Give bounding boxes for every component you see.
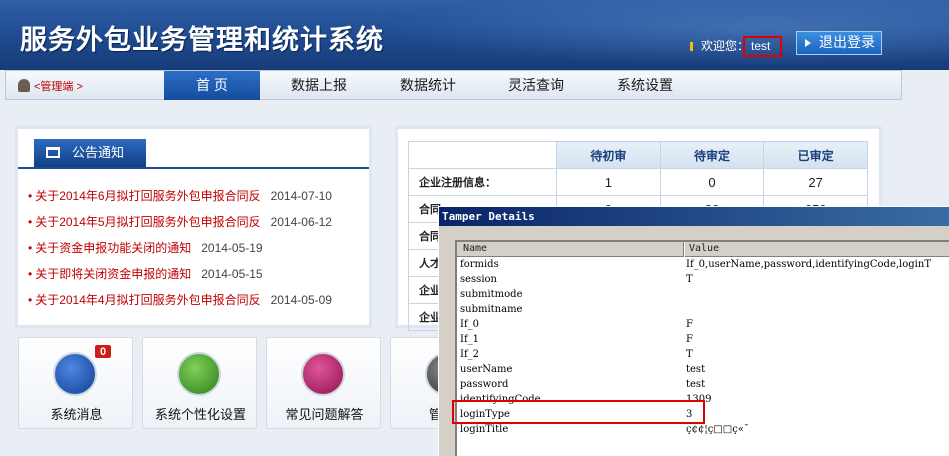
stats-corner [408, 141, 557, 169]
tamper-title[interactable]: Tamper Details [439, 207, 949, 226]
logout-label: 退出登录 [819, 34, 875, 50]
tamper-row[interactable]: submitmode [457, 288, 949, 303]
tamper-row[interactable]: loginTitle ç¢¢¦ç□□ç«¯ [457, 423, 949, 438]
user-icon [18, 79, 30, 92]
play-arrow-icon [805, 39, 811, 47]
app-title: 服务外包业务管理和统计系统 [20, 25, 384, 56]
notice-item[interactable]: • 关于2014年6月拟打回服务外包申报合同反 2014-07-10 [28, 187, 332, 204]
notice-panel: 公告通知 • 关于2014年6月拟打回服务外包申报合同反 2014-07-10 • 关… [15, 126, 372, 328]
notice-item[interactable]: • 关于资金申报功能关闭的通知 2014-05-19 [28, 239, 263, 256]
notice-divider [18, 167, 369, 169]
tile-system-messages[interactable]: 0 系统消息 [18, 337, 133, 429]
admin-label: <管理端 > [34, 81, 83, 93]
monitor-icon [46, 147, 60, 158]
welcome-dot-icon [690, 42, 693, 51]
col-approved: 已审定 [763, 141, 868, 169]
column-separator[interactable] [683, 242, 685, 257]
notice-tab[interactable]: 公告通知 [34, 139, 146, 167]
notice-item[interactable]: • 关于2014年5月拟打回服务外包申报合同反 2014-06-12 [28, 213, 332, 230]
col-name-header[interactable]: Name [463, 243, 487, 254]
notice-item[interactable]: • 关于即将关闭资金申报的通知 2014-05-15 [28, 265, 263, 282]
chat-bubble-icon [301, 352, 345, 396]
welcome-text: 欢迎您： test [690, 36, 783, 57]
tamper-row[interactable]: If_1 F [457, 333, 949, 348]
tamper-row[interactable]: userName test [457, 363, 949, 378]
app-window: 服务外包业务管理和统计系统 欢迎您： test 退出登录 <管理端 > 首 页 数… [0, 0, 949, 456]
nav-flex-query[interactable]: 灵活查询 [495, 71, 577, 100]
tamper-grid-header: Name Value [457, 242, 949, 257]
message-count-badge: 0 [94, 344, 112, 359]
envelope-icon [53, 352, 97, 396]
stats-header-row: 待初审 待审定 已审定 [408, 141, 868, 169]
main-nav: <管理端 > 首 页 数据上报 数据统计 灵活查询 系统设置 [5, 70, 902, 100]
nav-data-stats[interactable]: 数据统计 [387, 71, 469, 100]
col-pending-initial: 待初审 [556, 141, 661, 169]
tile-faq[interactable]: 常见问题解答 [266, 337, 381, 429]
tamper-row[interactable]: session T [457, 273, 949, 288]
header-banner: 服务外包业务管理和统计系统 欢迎您： test 退出登录 [0, 0, 949, 70]
person-icon [177, 352, 221, 396]
tamper-row[interactable]: password test [457, 378, 949, 393]
admin-indicator: <管理端 > [18, 78, 83, 94]
tamper-row[interactable]: formids If_0,userName,password,identifyin… [457, 258, 949, 273]
tamper-row[interactable]: If_2 T [457, 348, 949, 363]
notice-item[interactable]: • 关于2014年4月拟打回服务外包申报合同反 2014-05-09 [28, 291, 332, 308]
col-value-header[interactable]: Value [689, 243, 719, 254]
table-row: 企业注册信息： 1 0 27 [408, 168, 868, 196]
nav-home[interactable]: 首 页 [164, 71, 260, 100]
nav-data-report[interactable]: 数据上报 [278, 71, 360, 100]
username: test [751, 39, 771, 53]
nav-system-settings[interactable]: 系统设置 [604, 71, 686, 100]
logintype-highlight [452, 400, 705, 424]
logout-button[interactable]: 退出登录 [796, 31, 882, 55]
tamper-row[interactable]: submitname [457, 303, 949, 318]
tamper-row[interactable]: If_0 F [457, 318, 949, 333]
username-highlight: test [743, 36, 783, 57]
tile-personal-settings[interactable]: 系统个性化设置 [142, 337, 257, 429]
col-pending-approval: 待审定 [659, 141, 765, 169]
notice-title: 公告通知 [72, 145, 125, 160]
welcome-prefix: 欢迎您： [701, 39, 750, 53]
